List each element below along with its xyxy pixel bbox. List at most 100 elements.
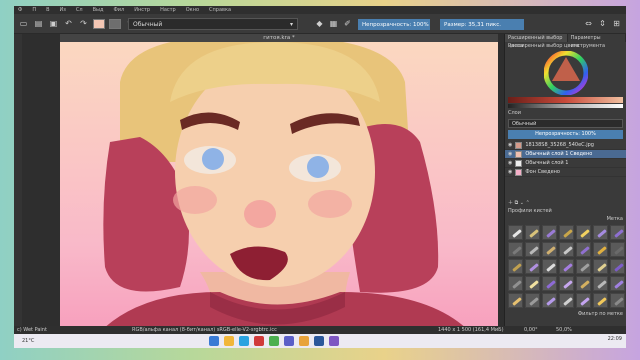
- new-file-icon[interactable]: ▭: [18, 18, 29, 29]
- brush-preset[interactable]: [559, 293, 574, 308]
- eraser-icon[interactable]: ◆: [314, 18, 325, 29]
- taskbar-app-icon[interactable]: [329, 336, 339, 346]
- layer-opacity-slider[interactable]: Непрозрачность: 100%: [508, 130, 623, 139]
- brush-preset[interactable]: [593, 242, 608, 257]
- eye-icon[interactable]: ◉: [508, 160, 512, 166]
- move-down-icon[interactable]: ⌄: [520, 200, 524, 206]
- brush-tag-select[interactable]: Метка: [505, 215, 626, 223]
- status-image-size: 1440 x 1 500 (161,4 МиБ): [438, 327, 504, 333]
- tab-tool-options[interactable]: Параметры инструмента: [568, 34, 626, 49]
- taskbar-app-icon[interactable]: [314, 336, 324, 346]
- tab-advanced-color-selector[interactable]: Расширенный выбор цвета: [505, 34, 568, 49]
- brush-preset[interactable]: [525, 225, 540, 240]
- menu-item[interactable]: Окно: [186, 7, 199, 13]
- taskbar-app-icon[interactable]: [284, 336, 294, 346]
- brush-icon[interactable]: ✐: [342, 18, 353, 29]
- status-zoom[interactable]: 50,0%: [556, 327, 572, 333]
- taskbar-app-icon[interactable]: [269, 336, 279, 346]
- brush-preset[interactable]: [542, 276, 557, 291]
- taskbar-app-icon[interactable]: [224, 336, 234, 346]
- layer-row[interactable]: ◉ Обычный слой 1 Сведено: [505, 150, 626, 159]
- brush-preset[interactable]: [576, 242, 591, 257]
- document-tab[interactable]: гитоя.kra *: [60, 34, 498, 42]
- brush-preset[interactable]: [508, 293, 523, 308]
- brush-preset[interactable]: [508, 259, 523, 274]
- menu-item[interactable]: Инстр: [134, 7, 150, 13]
- brush-preset[interactable]: [559, 259, 574, 274]
- mirror-vertical-icon[interactable]: ⇕: [597, 18, 608, 29]
- wrap-icon[interactable]: ⊞: [611, 18, 622, 29]
- move-up-icon[interactable]: ⌃: [526, 200, 530, 206]
- add-layer-icon[interactable]: ＋: [508, 200, 513, 206]
- brush-preset[interactable]: [559, 225, 574, 240]
- layer-row[interactable]: ◉ 18138S8_35268_540eC.jpg: [505, 141, 626, 150]
- menu-item[interactable]: Фил: [113, 7, 124, 13]
- foreground-color-swatch[interactable]: [93, 18, 105, 29]
- brush-preset[interactable]: [576, 293, 591, 308]
- brush-preset[interactable]: [559, 242, 574, 257]
- brush-preset[interactable]: [508, 225, 523, 240]
- brush-preset[interactable]: [525, 293, 540, 308]
- brush-preset[interactable]: [593, 293, 608, 308]
- redo-icon[interactable]: ↷: [78, 18, 89, 29]
- brush-stroke-icon: [580, 263, 590, 272]
- eye-icon[interactable]: ◉: [508, 151, 512, 157]
- taskbar-app-icon[interactable]: [254, 336, 264, 346]
- brush-preset[interactable]: [610, 276, 625, 291]
- brush-preset[interactable]: [576, 225, 591, 240]
- menu-item[interactable]: Ф: [18, 7, 22, 13]
- menu-item[interactable]: Из: [60, 7, 66, 13]
- eye-icon[interactable]: ◉: [508, 142, 512, 148]
- brush-filter-checkbox[interactable]: Фильтр по метке: [505, 310, 626, 318]
- menu-item[interactable]: Справка: [209, 7, 231, 13]
- brush-preset[interactable]: [576, 259, 591, 274]
- brush-preset[interactable]: [542, 225, 557, 240]
- menu-item[interactable]: Настр: [160, 7, 176, 13]
- weather-widget[interactable]: 21°C: [22, 338, 34, 344]
- size-slider[interactable]: Размер: 35,31 пикс.: [440, 19, 524, 30]
- copy-layer-icon[interactable]: ⧉: [515, 200, 519, 206]
- brush-preset[interactable]: [525, 242, 540, 257]
- brush-preset[interactable]: [542, 259, 557, 274]
- menu-item[interactable]: В: [46, 7, 49, 13]
- brush-preset[interactable]: [508, 276, 523, 291]
- brush-preset[interactable]: [542, 242, 557, 257]
- eye-icon[interactable]: ◉: [508, 169, 512, 175]
- system-clock[interactable]: 22:09: [608, 336, 622, 342]
- mirror-horizontal-icon[interactable]: ⇔: [583, 18, 594, 29]
- brush-preset[interactable]: [610, 225, 625, 240]
- brush-preset[interactable]: [610, 293, 625, 308]
- brush-preset[interactable]: [525, 259, 540, 274]
- brush-preset[interactable]: [542, 293, 557, 308]
- alpha-lock-icon[interactable]: ▦: [328, 18, 339, 29]
- brush-preset[interactable]: [525, 276, 540, 291]
- open-folder-icon[interactable]: ▤: [33, 18, 44, 29]
- taskbar-app-icon[interactable]: [299, 336, 309, 346]
- menu-item[interactable]: Выд: [93, 7, 104, 13]
- color-history-bar[interactable]: [508, 97, 623, 103]
- value-bar[interactable]: [508, 104, 623, 108]
- brush-preset[interactable]: [593, 225, 608, 240]
- undo-icon[interactable]: ↶: [63, 18, 74, 29]
- brush-preset[interactable]: [576, 276, 591, 291]
- brush-preset[interactable]: [610, 242, 625, 257]
- opacity-slider[interactable]: Непрозрачность: 100%: [358, 19, 430, 30]
- menu-item[interactable]: Сл: [76, 7, 83, 13]
- brush-preset[interactable]: [593, 276, 608, 291]
- layer-row[interactable]: ◉ Фон Сведено: [505, 168, 626, 177]
- color-wheel[interactable]: [505, 50, 626, 96]
- taskbar-app-icon[interactable]: [239, 336, 249, 346]
- background-color-swatch[interactable]: [109, 18, 121, 29]
- brush-preset[interactable]: [508, 242, 523, 257]
- menu-item[interactable]: П: [32, 7, 36, 13]
- layer-row[interactable]: ◉ Обычный слой 1: [505, 159, 626, 168]
- taskbar-app-icon[interactable]: [209, 336, 219, 346]
- brush-preset[interactable]: [610, 259, 625, 274]
- blend-mode-select[interactable]: Обычный ▾: [128, 18, 298, 30]
- drawing-canvas[interactable]: [60, 42, 498, 332]
- save-icon[interactable]: ▣: [48, 18, 59, 29]
- layer-blend-select[interactable]: Обычный: [508, 119, 623, 128]
- status-rotation[interactable]: 0,00°: [524, 327, 538, 333]
- brush-preset[interactable]: [559, 276, 574, 291]
- brush-preset[interactable]: [593, 259, 608, 274]
